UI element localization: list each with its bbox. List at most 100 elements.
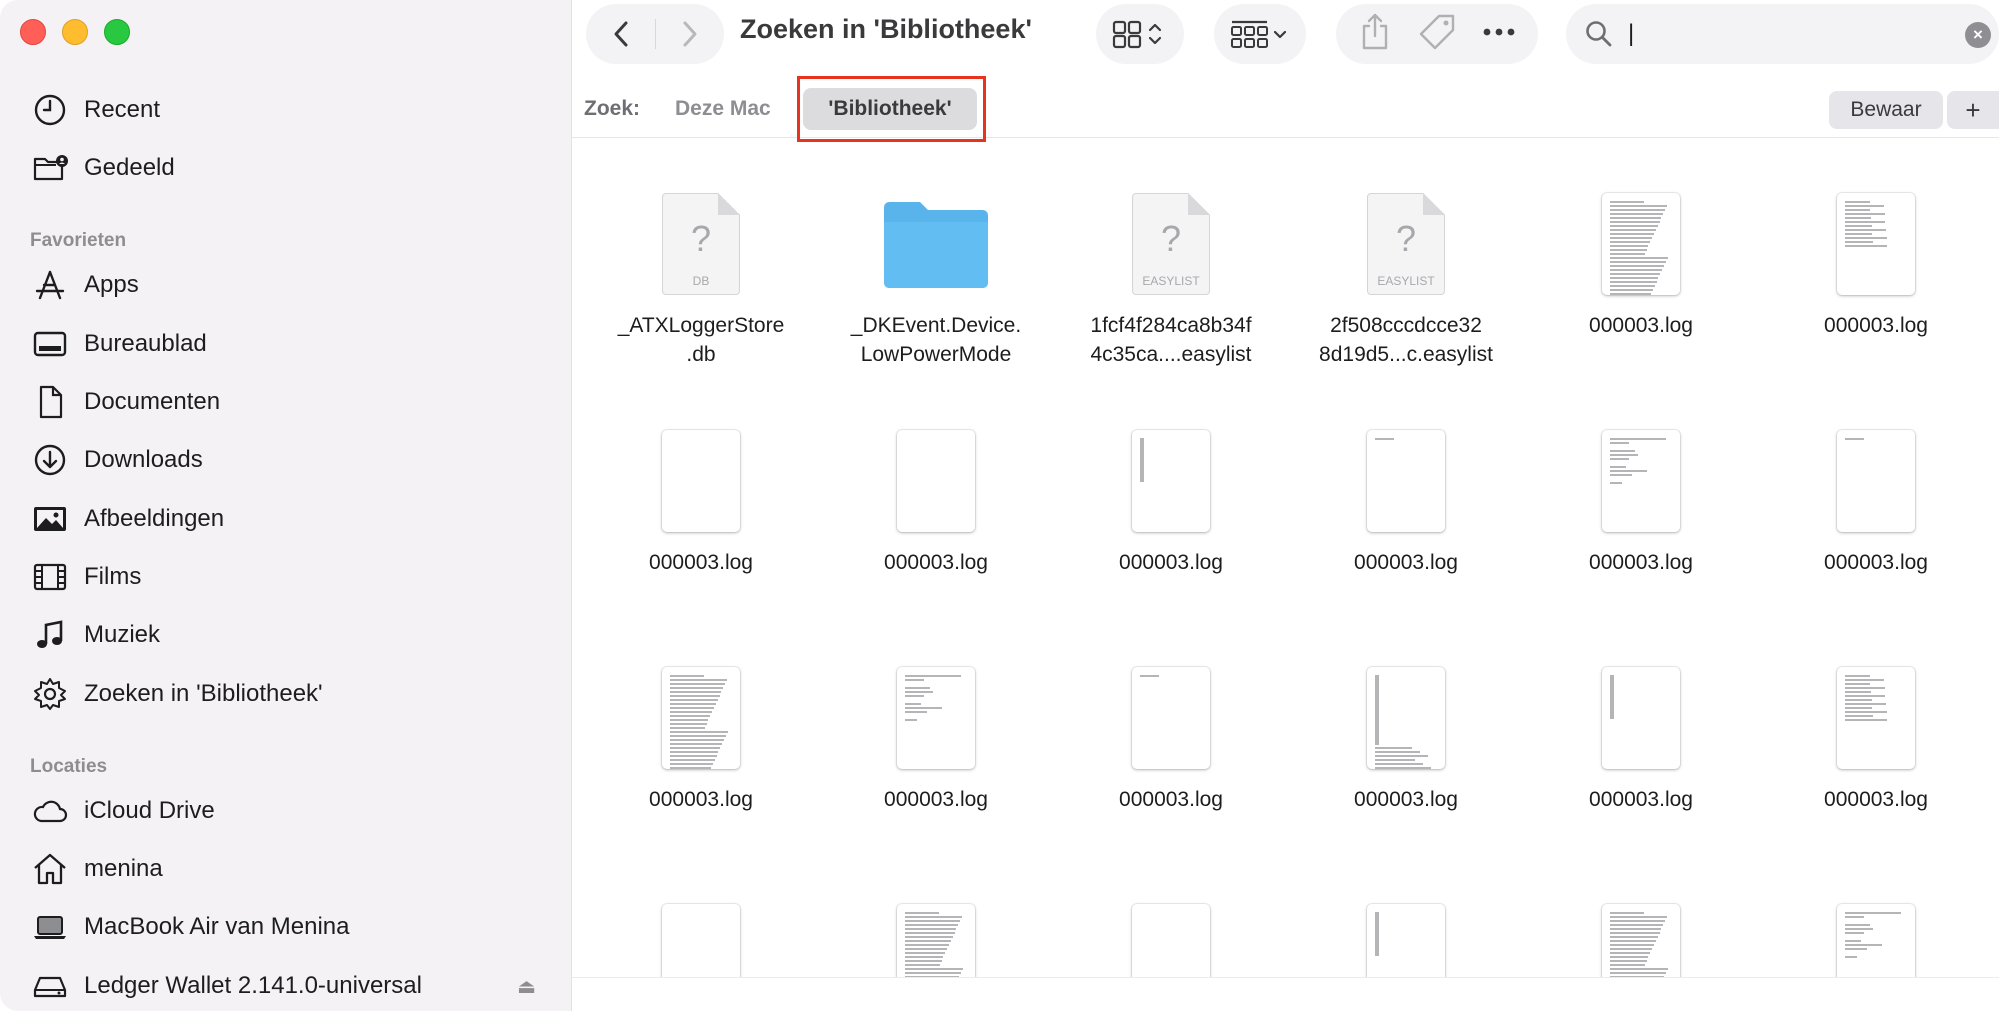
sidebar-item-apps[interactable]: Apps	[30, 265, 550, 305]
close-window-button[interactable]	[20, 19, 46, 45]
text-document-icon	[1129, 663, 1213, 773]
sidebar-item-macbook[interactable]: MacBook Air van Menina	[30, 907, 550, 947]
file-item[interactable]: 000003.log	[1531, 189, 1751, 340]
shared-folder-icon	[30, 148, 70, 188]
document-preview	[662, 430, 740, 532]
file-item[interactable]	[1766, 900, 1986, 977]
text-document-icon	[1834, 189, 1918, 299]
file-item[interactable]	[1531, 900, 1751, 977]
text-document-icon	[1599, 663, 1683, 773]
sidebar-item-bureaublad[interactable]: Bureaublad	[30, 324, 550, 364]
folder-item[interactable]: _DKEvent.Device. LowPowerMode	[826, 189, 1046, 369]
file-name: 000003.log	[1119, 551, 1223, 574]
sidebar-item-label: iCloud Drive	[84, 797, 215, 824]
document-preview	[897, 430, 975, 532]
file-item[interactable]: 000003.log	[1061, 426, 1281, 577]
group-icon	[1231, 20, 1287, 48]
sidebar-item-icloud-drive[interactable]: iCloud Drive	[30, 791, 550, 831]
sidebar-item-downloads[interactable]: Downloads	[30, 440, 550, 480]
file-extension-label: DB	[692, 274, 710, 288]
favorites-section-title: Favorieten	[30, 230, 127, 251]
file-item[interactable]: 000003.log	[1061, 663, 1281, 814]
back-button[interactable]	[597, 9, 647, 59]
sidebar: Recent Gedeeld Favorieten Apps Bureaubla…	[0, 0, 572, 1011]
more-button[interactable]	[1482, 25, 1516, 43]
file-name: 000003.log	[1824, 551, 1928, 574]
sidebar-item-zoeken-bibliotheek[interactable]: Zoeken in 'Bibliotheek'	[30, 674, 550, 714]
cloud-icon	[30, 791, 70, 831]
sidebar-item-label: MacBook Air van Menina	[84, 913, 350, 940]
file-name: _ATXLoggerStore .db	[617, 314, 785, 366]
file-name: 000003.log	[884, 788, 988, 811]
eject-icon[interactable]: ⏏	[517, 974, 536, 999]
file-item[interactable]: ? EASYLIST 2f508cccdcce32 8d19d5...c.easyl…	[1296, 189, 1516, 369]
view-mode-button[interactable]	[1096, 4, 1184, 64]
document-icon	[30, 382, 70, 422]
sidebar-item-recent[interactable]: Recent	[30, 90, 550, 130]
file-item[interactable]: 000003.log	[1766, 189, 1986, 340]
file-item[interactable]: 000003.log	[1296, 426, 1516, 577]
document-preview	[1837, 193, 1915, 295]
unknown-file-icon: ? EASYLIST	[1364, 189, 1448, 299]
minimize-window-button[interactable]	[62, 19, 88, 45]
window-title: Zoeken in 'Bibliotheek'	[740, 14, 1032, 44]
disk-icon	[30, 966, 70, 1006]
group-button[interactable]	[1214, 4, 1306, 64]
question-mark-icon: ?	[1160, 218, 1182, 259]
sidebar-item-label: Zoeken in 'Bibliotheek'	[84, 680, 323, 707]
share-button[interactable]	[1358, 12, 1392, 57]
scope-this-mac-button[interactable]: Deze Mac	[675, 97, 771, 121]
search-field[interactable]: | ×	[1566, 4, 1999, 64]
text-document-icon	[1834, 663, 1918, 773]
clear-search-button[interactable]: ×	[1965, 22, 1991, 48]
file-item[interactable]: 000003.log	[826, 663, 1046, 814]
zoom-window-button[interactable]	[104, 19, 130, 45]
file-item[interactable]: 000003.log	[1766, 663, 1986, 814]
document-preview	[1837, 430, 1915, 532]
tag-button[interactable]	[1417, 12, 1457, 57]
window-controls	[20, 19, 130, 45]
forward-button[interactable]	[664, 9, 714, 59]
text-document-icon	[1599, 426, 1683, 536]
download-icon	[30, 440, 70, 480]
sidebar-item-label: Documenten	[84, 388, 221, 415]
sidebar-item-label: Ledger Wallet 2.141.0-universal	[84, 972, 422, 999]
file-item[interactable]	[591, 900, 811, 977]
file-item[interactable]: 000003.log	[591, 663, 811, 814]
document-preview	[1367, 904, 1445, 977]
search-input[interactable]	[1636, 20, 1957, 48]
sidebar-item-documenten[interactable]: Documenten	[30, 382, 550, 422]
file-item[interactable]: 000003.log	[826, 426, 1046, 577]
document-preview	[897, 667, 975, 769]
save-search-button[interactable]: Bewaar	[1829, 91, 1943, 129]
file-item[interactable]	[826, 900, 1046, 977]
file-item[interactable]	[1296, 900, 1516, 977]
file-item[interactable]	[1061, 900, 1281, 977]
clock-icon	[30, 90, 70, 130]
sidebar-item-films[interactable]: Films	[30, 557, 550, 597]
toolbar: Zoeken in 'Bibliotheek' | ×	[572, 0, 1999, 70]
file-item[interactable]: ? EASYLIST 1fcf4f284ca8b34f 4c35ca....easy…	[1061, 189, 1281, 369]
document-preview	[1602, 430, 1680, 532]
sidebar-item-afbeeldingen[interactable]: Afbeeldingen	[30, 499, 550, 539]
nav-separator	[654, 19, 656, 49]
file-item[interactable]: ? DB _ATXLoggerStore .db	[591, 189, 811, 369]
music-icon	[30, 615, 70, 655]
sidebar-item-menina[interactable]: menina	[30, 849, 550, 889]
file-item[interactable]: 000003.log	[591, 426, 811, 577]
sidebar-item-ledger-wallet[interactable]: Ledger Wallet 2.141.0-universal ⏏	[30, 966, 550, 1006]
file-item[interactable]: 000003.log	[1296, 663, 1516, 814]
document-preview	[1837, 904, 1915, 977]
sidebar-item-label: Afbeeldingen	[84, 505, 225, 532]
file-item[interactable]: 000003.log	[1531, 663, 1751, 814]
file-item[interactable]: 000003.log	[1531, 426, 1751, 577]
icon-grid-icon	[1112, 20, 1162, 49]
sidebar-item-muziek[interactable]: Muziek	[30, 615, 550, 655]
file-item[interactable]: 000003.log	[1766, 426, 1986, 577]
document-preview	[1132, 667, 1210, 769]
add-criteria-button[interactable]: +	[1947, 91, 1999, 129]
sidebar-item-gedeeld[interactable]: Gedeeld	[30, 148, 550, 188]
unknown-file-icon: ? EASYLIST	[1129, 189, 1213, 299]
document-preview	[1602, 904, 1680, 977]
file-name: 000003.log	[1824, 788, 1928, 811]
